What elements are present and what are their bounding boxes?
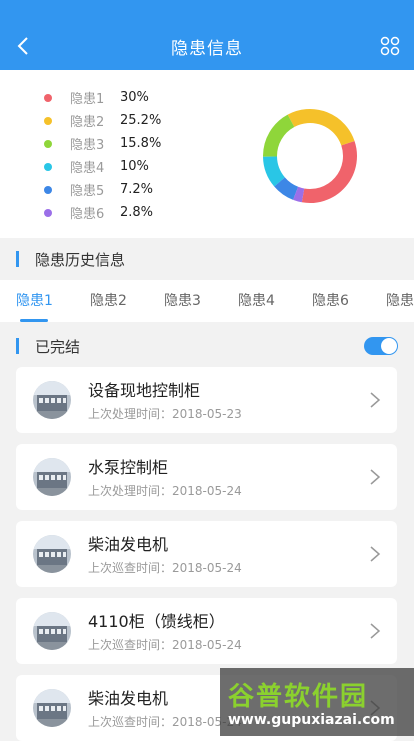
legend: 隐患1 30% 隐患2 25.2% 隐患3 15.8% 隐患4 10% 隐患5 …	[44, 86, 161, 224]
watermark-url: www.gupuxiazai.com	[228, 712, 395, 728]
item-subtitle: 上次处理时间：2018-05-23	[88, 407, 242, 421]
item-title: 柴油发电机	[88, 689, 169, 708]
section-title: 已完结	[35, 337, 81, 356]
legend-dot	[44, 208, 52, 217]
item-subtitle: 上次处理时间：2018-05-24	[88, 484, 242, 498]
building-photo-icon	[33, 689, 71, 727]
completed-section-header: 已完结	[0, 325, 414, 367]
legend-item: 隐患5 7.2%	[44, 178, 161, 201]
section-accent-bar	[16, 251, 19, 267]
item-title: 柴油发电机	[88, 535, 169, 554]
list-item[interactable]: 设备现地控制柜 上次处理时间：2018-05-23	[16, 367, 397, 433]
legend-dot	[44, 139, 52, 148]
item-title: 设备现地控制柜	[88, 381, 201, 400]
chevron-right-icon	[370, 469, 381, 485]
equipment-thumbnail	[33, 535, 71, 573]
legend-item: 隐患4 10%	[44, 155, 161, 178]
list-item[interactable]: 4110柜（馈线柜） 上次巡查时间：2018-05-24	[16, 598, 397, 664]
legend-name: 隐患3	[70, 138, 105, 153]
completed-toggle[interactable]	[364, 337, 398, 355]
building-photo-icon	[33, 612, 71, 650]
building-photo-icon	[33, 381, 71, 419]
legend-dot	[44, 116, 52, 125]
legend-item: 隐患2 25.2%	[44, 109, 161, 132]
toggle-knob	[381, 338, 397, 354]
donut-chart	[263, 109, 357, 203]
section-title: 隐患历史信息	[35, 250, 126, 269]
history-section-header: 隐患历史信息	[0, 238, 414, 280]
legend-item: 隐患6 2.8%	[44, 201, 161, 224]
item-subtitle: 上次巡查时间：2018-05-24	[88, 561, 242, 575]
tab-hazard-2[interactable]: 隐患2	[90, 280, 148, 322]
donut-slice-5	[274, 177, 299, 200]
legend-name: 隐患6	[70, 207, 105, 222]
grid-menu-icon[interactable]	[380, 36, 400, 56]
nav-bar: 隐患信息	[0, 0, 414, 70]
list-item[interactable]: 柴油发电机 上次巡查时间：2018-05-24	[16, 521, 397, 587]
item-subtitle: 上次巡查时间：2018-05-24	[88, 715, 242, 729]
chevron-right-icon	[370, 392, 381, 408]
item-title: 4110柜（馈线柜）	[88, 612, 225, 631]
section-accent-bar	[16, 338, 19, 354]
legend-name: 隐患1	[70, 92, 105, 107]
donut-slice-4	[263, 156, 286, 187]
watermark-title: 谷普软件园	[228, 682, 369, 712]
donut-slice-2	[287, 109, 355, 146]
list-item[interactable]: 水泵控制柜 上次处理时间：2018-05-24	[16, 444, 397, 510]
donut-slice-6	[293, 186, 305, 203]
legend-item: 隐患1 30%	[44, 86, 161, 109]
legend-percent: 7.2%	[120, 182, 154, 197]
legend-name: 隐患4	[70, 161, 105, 176]
legend-percent: 10%	[120, 159, 149, 174]
chevron-right-icon	[370, 546, 381, 562]
page-title: 隐患信息	[171, 38, 243, 59]
tab-hazard-1[interactable]: 隐患1	[16, 280, 74, 322]
legend-dot	[44, 185, 52, 194]
legend-percent: 15.8%	[120, 136, 162, 151]
tab-hazard-4[interactable]: 隐患4	[238, 280, 296, 322]
legend-percent: 30%	[120, 90, 149, 105]
tab-hazard-6[interactable]: 隐患6	[312, 280, 370, 322]
legend-percent: 25.2%	[120, 113, 162, 128]
legend-item: 隐患3 15.8%	[44, 132, 161, 155]
equipment-thumbnail	[33, 381, 71, 419]
equipment-thumbnail	[33, 458, 71, 496]
legend-dot	[44, 162, 52, 171]
item-subtitle: 上次巡查时间：2018-05-24	[88, 638, 242, 652]
legend-dot	[44, 93, 52, 102]
item-title: 水泵控制柜	[88, 458, 169, 477]
donut-slice-3	[263, 114, 295, 157]
tab-hazard-3[interactable]: 隐患3	[164, 280, 222, 322]
legend-name: 隐患5	[70, 184, 105, 199]
hazard-tabs: 隐患1 隐患2 隐患3 隐患4 隐患6 隐患	[0, 280, 414, 322]
chevron-right-icon	[370, 623, 381, 639]
building-photo-icon	[33, 458, 71, 496]
legend-percent: 2.8%	[120, 205, 154, 220]
donut-slice-1	[301, 140, 357, 203]
legend-name: 隐患2	[70, 115, 105, 130]
building-photo-icon	[33, 535, 71, 573]
equipment-thumbnail	[33, 612, 71, 650]
equipment-thumbnail	[33, 689, 71, 727]
back-arrow-icon[interactable]	[10, 32, 38, 60]
tab-hazard-more[interactable]: 隐患	[386, 280, 414, 322]
watermark-logo: 谷普软件园 www.gupuxiazai.com	[220, 668, 414, 736]
hazard-summary-panel: 隐患1 30% 隐患2 25.2% 隐患3 15.8% 隐患4 10% 隐患5 …	[0, 70, 414, 238]
